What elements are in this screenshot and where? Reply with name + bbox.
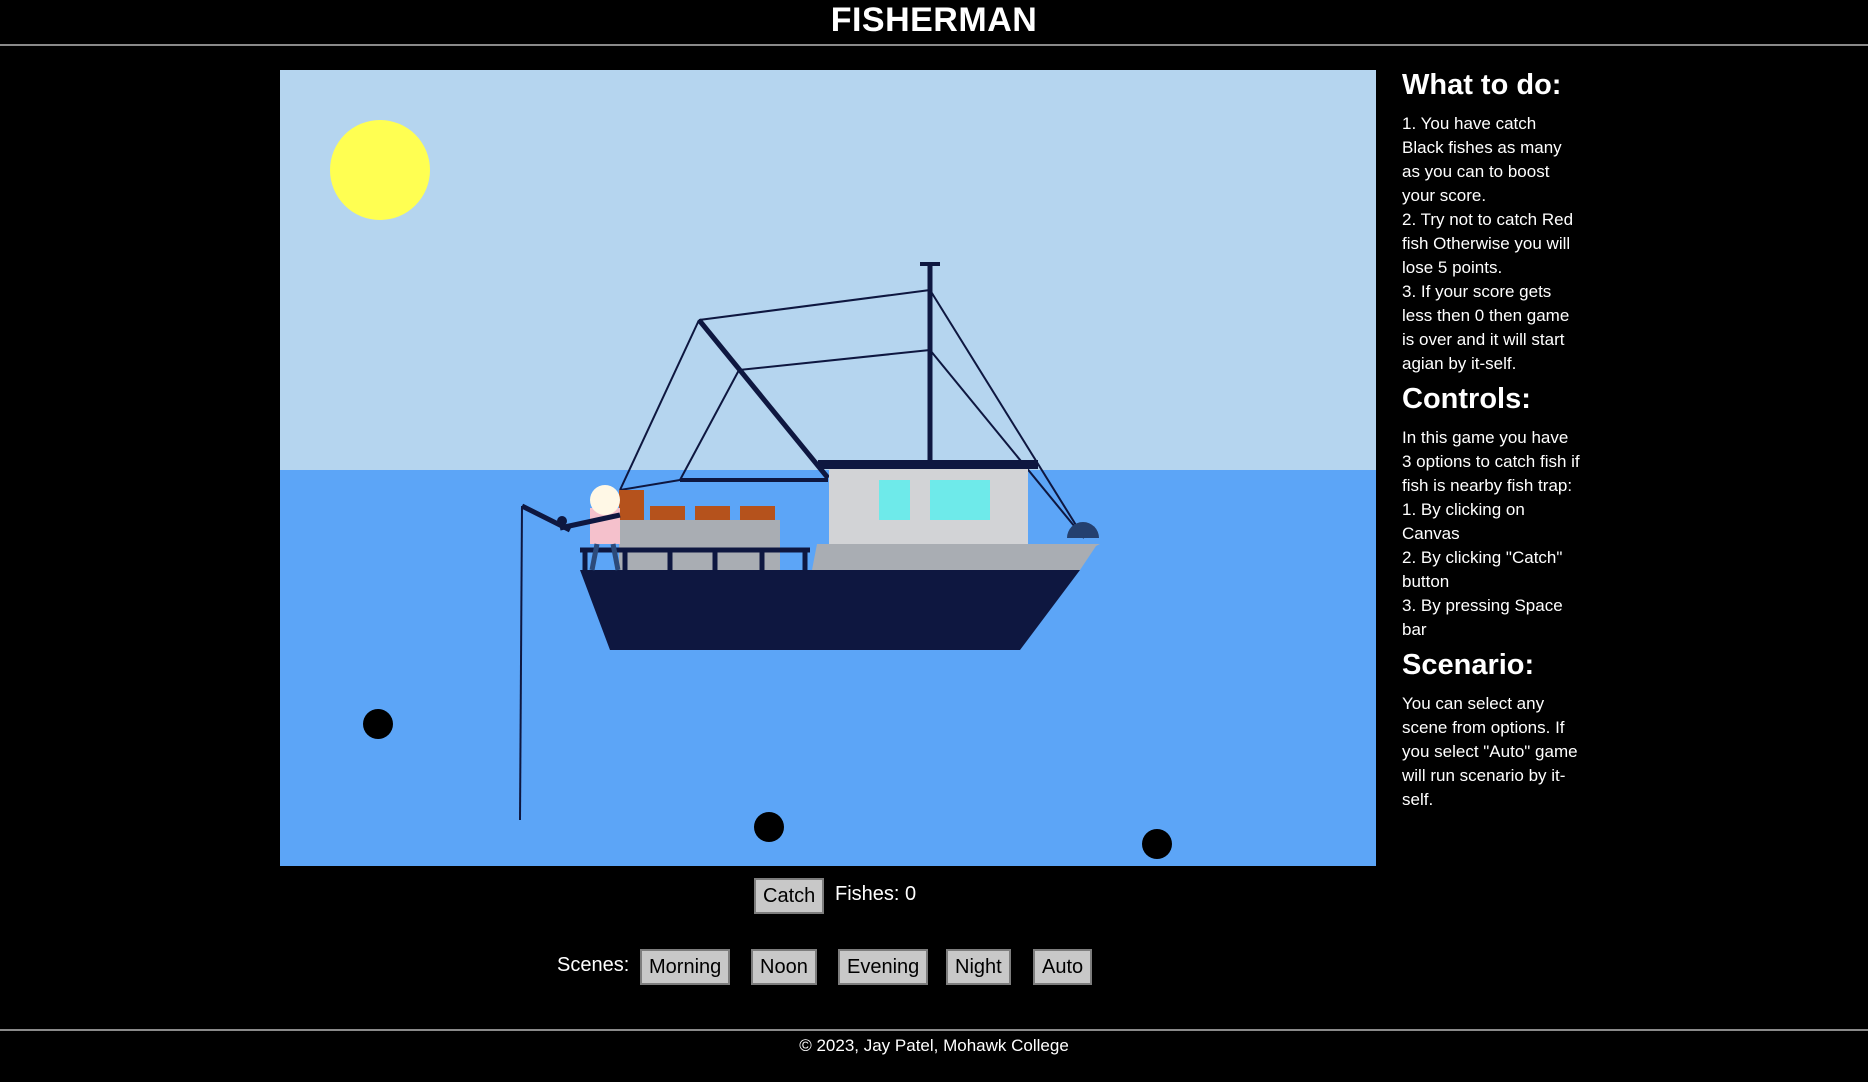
crate: [619, 490, 644, 520]
black-fish: [363, 709, 393, 739]
sun: [330, 120, 430, 220]
controls-item: 3. By pressing Space bar: [1402, 596, 1563, 639]
catch-button[interactable]: Catch: [754, 878, 825, 914]
score-display: Fishes: 0: [835, 883, 917, 905]
scenes-label: Scenes:: [557, 954, 630, 976]
fisherman-head: [590, 485, 620, 515]
controls-heading: Controls:: [1402, 383, 1531, 415]
what-to-do-heading: What to do:: [1402, 69, 1562, 101]
game-canvas[interactable]: [280, 70, 1376, 866]
scenario-text: You can select any scene from options. I…: [1402, 694, 1578, 809]
instructions-panel: What to do: 1. You have catch Black fish…: [1402, 66, 1582, 812]
page-header: FISHERMAN: [0, 0, 1868, 46]
controls-item: 2. By clicking "Catch" button: [1402, 548, 1563, 591]
page-title: FISHERMAN: [830, 1, 1038, 39]
scene-evening-button[interactable]: Evening: [838, 949, 929, 985]
boat-roof: [818, 460, 1038, 469]
crate: [650, 506, 685, 520]
scene-noon-button[interactable]: Noon: [751, 949, 817, 985]
crate: [740, 506, 775, 520]
sea: [280, 470, 1376, 866]
scene-morning-button[interactable]: Morning: [640, 949, 731, 985]
rear-deckhouse: [619, 520, 780, 570]
boat-hull: [580, 570, 1080, 650]
instruction-item: 2. Try not to catch Red fish Otherwise y…: [1402, 210, 1574, 277]
boat-deck: [812, 544, 1100, 570]
cabin-window: [879, 480, 910, 520]
instruction-item: 3. If your score gets less then 0 then g…: [1402, 282, 1570, 373]
scene-night-button[interactable]: Night: [946, 949, 1011, 985]
scenario-heading: Scenario:: [1402, 649, 1535, 681]
page-footer: © 2023, Jay Patel, Mohawk College: [0, 1029, 1868, 1082]
boat-cabin: [829, 469, 1028, 544]
instruction-item: 1. You have catch Black fishes as many a…: [1402, 114, 1562, 205]
black-fish: [754, 812, 784, 842]
scene-auto-button[interactable]: Auto: [1033, 949, 1093, 985]
cabin-window: [930, 480, 990, 520]
black-fish: [1142, 829, 1172, 859]
controls-intro: In this game you have 3 options to catch…: [1402, 428, 1580, 495]
crate: [695, 506, 730, 520]
sky: [280, 70, 1376, 470]
controls-item: 1. By clicking on Canvas: [1402, 500, 1525, 543]
footer-copyright: © 2023, Jay Patel, Mohawk College: [799, 1036, 1069, 1055]
